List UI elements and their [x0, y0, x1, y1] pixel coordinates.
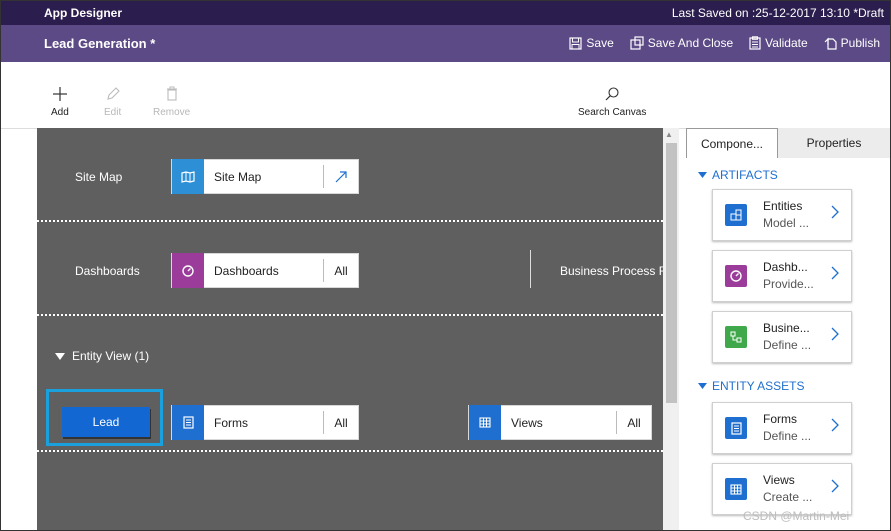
publish-icon — [824, 37, 837, 50]
artifacts-heading: ARTIFACTS — [712, 168, 778, 182]
entity-assets-section-header[interactable]: ENTITY ASSETS — [698, 379, 804, 393]
forms-filter[interactable]: All — [323, 411, 358, 434]
component-description: Model ... — [763, 216, 810, 230]
views-icon — [469, 405, 501, 440]
component-title: Busine... — [763, 321, 810, 335]
save-and-close-label: Save And Close — [647, 36, 734, 50]
publish-button[interactable]: Publish — [824, 36, 880, 50]
title-actions: Save Save And Close Validate Publish — [569, 36, 880, 50]
dashboard-icon — [725, 265, 747, 287]
scroll-up-icon[interactable]: ▲ — [665, 130, 673, 139]
add-button[interactable]: Add — [51, 86, 69, 118]
publish-label: Publish — [840, 36, 880, 50]
save-and-close-button[interactable]: Save And Close — [630, 36, 733, 50]
designer-canvas: Site Map Site Map Dashboards Dashboards … — [37, 128, 663, 530]
open-designer-icon[interactable] — [323, 165, 358, 188]
chevron-right-icon — [831, 479, 839, 493]
component-views[interactable]: Views Create ... — [712, 463, 852, 515]
remove-button[interactable]: Remove — [153, 86, 190, 118]
component-title: Forms — [763, 412, 797, 426]
caret-down-icon — [698, 383, 707, 389]
entity-assets-heading: ENTITY ASSETS — [712, 379, 805, 393]
search-icon — [605, 87, 619, 101]
save-and-close-icon — [630, 36, 644, 50]
dashboards-filter[interactable]: All — [323, 259, 358, 282]
edit-label: Edit — [104, 107, 122, 118]
trash-icon — [166, 86, 177, 101]
entity-view-label: Entity View (1) — [72, 349, 150, 363]
entities-icon — [725, 204, 747, 226]
chevron-right-icon — [831, 266, 839, 280]
save-button[interactable]: Save — [569, 36, 614, 50]
search-canvas-label: Search Canvas — [578, 107, 647, 118]
site-map-card[interactable]: Site Map — [171, 159, 359, 194]
top-bar: App Designer Last Saved on :25-12-2017 1… — [1, 1, 890, 25]
entity-view-header[interactable]: Entity View (1) — [55, 349, 149, 363]
tab-properties[interactable]: Properties — [778, 128, 890, 158]
forms-card[interactable]: Forms All — [171, 405, 359, 440]
views-card[interactable]: Views All — [468, 405, 652, 440]
toolbar: Add Edit Remove Search Canvas — [1, 62, 890, 129]
component-business-process[interactable]: Busine... Define ... — [712, 311, 852, 363]
views-filter[interactable]: All — [616, 411, 651, 434]
title-bar: Lead Generation * Save Save And Close Va… — [1, 25, 890, 62]
save-icon — [569, 36, 583, 50]
views-card-name: Views — [511, 415, 543, 430]
component-forms[interactable]: Forms Define ... — [712, 402, 852, 454]
pencil-icon — [106, 87, 120, 100]
validate-button[interactable]: Validate — [749, 36, 808, 50]
map-icon — [172, 159, 204, 194]
chevron-right-icon — [831, 205, 839, 219]
component-title: Entities — [763, 199, 803, 213]
canvas-scrollbar-thumb[interactable] — [666, 143, 677, 403]
app-window: App Designer Last Saved on :25-12-2017 1… — [0, 0, 891, 531]
column-divider — [530, 250, 531, 288]
component-title: Views — [763, 473, 795, 487]
section-divider — [37, 450, 663, 452]
components-panel: Compone... Properties ARTIFACTS Entities… — [686, 128, 890, 530]
chevron-right-icon — [831, 327, 839, 341]
dashboards-card[interactable]: Dashboards All — [171, 253, 359, 288]
caret-down-icon — [55, 352, 65, 360]
panel-tabs: Compone... Properties — [686, 128, 890, 158]
component-description: Create ... — [763, 490, 813, 504]
component-entities[interactable]: Entities Model ... — [712, 189, 852, 241]
component-description: Define ... — [763, 429, 812, 443]
forms-icon — [172, 405, 204, 440]
app-title: App Designer — [44, 6, 123, 20]
validate-label: Validate — [765, 36, 808, 50]
views-icon — [725, 478, 747, 500]
dashboards-card-name: Dashboards — [214, 263, 279, 278]
remove-label: Remove — [153, 107, 191, 118]
plus-icon — [52, 87, 67, 101]
caret-down-icon — [698, 172, 707, 178]
site-map-row-label: Site Map — [75, 170, 123, 184]
business-process-row-label: Business Process F — [560, 264, 663, 278]
edit-button[interactable]: Edit — [104, 86, 121, 118]
site-map-card-name: Site Map — [214, 169, 262, 184]
tab-components[interactable]: Compone... — [686, 128, 778, 158]
component-title: Dashb... — [763, 260, 808, 274]
watermark-text: CSDN @Martin-Mei — [743, 509, 850, 523]
search-canvas-button[interactable]: Search Canvas — [578, 86, 646, 118]
save-label: Save — [586, 36, 614, 50]
component-description: Define ... — [763, 338, 812, 352]
page-title: Lead Generation * — [44, 36, 156, 51]
validate-icon — [749, 36, 761, 50]
forms-icon — [725, 417, 747, 439]
component-dashboards[interactable]: Dashb... Provide... — [712, 250, 852, 302]
dashboard-icon — [172, 253, 204, 288]
business-process-icon — [725, 326, 747, 348]
add-label: Add — [51, 107, 69, 118]
last-saved-status: Last Saved on :25-12-2017 13:10 *Draft — [671, 6, 884, 20]
forms-card-name: Forms — [214, 415, 248, 430]
lead-entity-button[interactable]: Lead — [62, 407, 150, 437]
component-description: Provide... — [763, 277, 814, 291]
artifacts-section-header[interactable]: ARTIFACTS — [698, 168, 778, 182]
chevron-right-icon — [831, 418, 839, 432]
section-divider — [37, 220, 663, 222]
dashboards-row-label: Dashboards — [75, 264, 140, 278]
section-divider — [37, 314, 663, 316]
